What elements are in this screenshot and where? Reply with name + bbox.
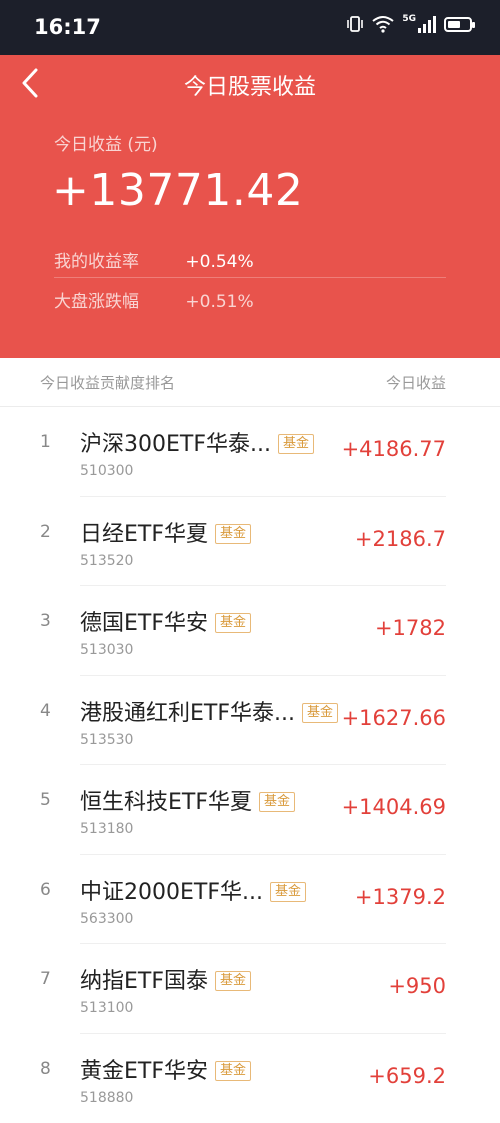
item-name-wrap: 纳指ETF国泰基金 bbox=[80, 963, 251, 995]
battery-icon bbox=[444, 17, 472, 32]
list-item[interactable]: 5 恒生科技ETF华夏基金 513180 +1404.69 bbox=[0, 765, 500, 855]
item-name: 港股通红利ETF华泰... bbox=[80, 701, 295, 726]
item-rank: 2 bbox=[40, 522, 51, 542]
earnings-label: 今日收益 (元) bbox=[54, 130, 158, 155]
fund-badge: 基金 bbox=[270, 882, 306, 902]
market-value: +0.51% bbox=[185, 292, 253, 312]
item-name: 沪深300ETF华泰... bbox=[80, 432, 271, 457]
item-code: 513530 bbox=[80, 732, 133, 748]
item-rank: 1 bbox=[40, 432, 51, 452]
fund-badge: 基金 bbox=[215, 1061, 251, 1081]
item-gain: +1627.66 bbox=[342, 706, 446, 730]
list-item[interactable]: 4 港股通红利ETF华泰... 基金 513530 +1627.66 bbox=[0, 676, 500, 766]
list-item[interactable]: 7 纳指ETF国泰基金 513100 +950 bbox=[0, 944, 500, 1034]
earnings-header: 今日股票收益 今日收益 (元) +13771.42 我的收益率 +0.54% 大… bbox=[0, 55, 500, 358]
item-rank: 6 bbox=[40, 880, 51, 900]
item-rank: 8 bbox=[40, 1059, 51, 1079]
stats-divider bbox=[54, 277, 446, 278]
item-code: 513100 bbox=[80, 1000, 133, 1016]
network-label: 5G bbox=[402, 15, 416, 24]
fund-badge: 基金 bbox=[215, 613, 251, 633]
earnings-value: +13771.42 bbox=[52, 165, 303, 216]
list-item[interactable]: 1 沪深300ETF华泰... 基金 510300 +4186.77 bbox=[0, 407, 500, 497]
item-gain: +659.2 bbox=[368, 1064, 446, 1088]
item-name: 日经ETF华夏 bbox=[80, 522, 208, 547]
item-name: 黄金ETF华安 bbox=[80, 1059, 208, 1084]
item-rank: 7 bbox=[40, 969, 51, 989]
item-gain: +1782 bbox=[375, 616, 446, 640]
status-time: 16:17 bbox=[34, 15, 101, 39]
wifi-icon bbox=[372, 15, 394, 33]
stock-list: 1 沪深300ETF华泰... 基金 510300 +4186.77 2 日经ET… bbox=[0, 407, 500, 1123]
item-code: 513520 bbox=[80, 553, 133, 569]
fund-badge: 基金 bbox=[215, 971, 251, 991]
list-header: 今日收益贡献度排名 今日收益 bbox=[0, 358, 500, 407]
item-name-wrap: 黄金ETF华安基金 bbox=[80, 1053, 251, 1085]
fund-badge: 基金 bbox=[278, 434, 314, 454]
item-rank: 3 bbox=[40, 611, 51, 631]
page-title: 今日股票收益 bbox=[0, 69, 500, 101]
item-gain: +1379.2 bbox=[355, 885, 446, 909]
item-code: 513180 bbox=[80, 821, 133, 837]
item-rank: 4 bbox=[40, 701, 51, 721]
item-code: 510300 bbox=[80, 463, 133, 479]
vibrate-icon bbox=[346, 15, 364, 33]
item-name-wrap: 日经ETF华夏基金 bbox=[80, 516, 251, 548]
item-gain: +2186.7 bbox=[355, 527, 446, 551]
fund-badge: 基金 bbox=[302, 703, 338, 723]
item-gain: +4186.77 bbox=[342, 437, 446, 461]
item-name: 德国ETF华安 bbox=[80, 611, 208, 636]
item-code: 513030 bbox=[80, 642, 133, 658]
my-rate-value: +0.54% bbox=[185, 252, 253, 272]
fund-badge: 基金 bbox=[215, 524, 251, 544]
item-gain: +1404.69 bbox=[342, 795, 446, 819]
market-row: 大盘涨跌幅 +0.51% bbox=[54, 287, 254, 312]
status-bar: 16:17 5G bbox=[0, 0, 500, 55]
list-item[interactable]: 8 黄金ETF华安基金 518880 +659.2 bbox=[0, 1034, 500, 1123]
ranking-label: 今日收益贡献度排名 bbox=[40, 372, 175, 393]
item-rank: 5 bbox=[40, 790, 51, 810]
item-gain: +950 bbox=[388, 974, 446, 998]
status-icons: 5G bbox=[346, 15, 472, 33]
item-name-wrap: 德国ETF华安基金 bbox=[80, 605, 251, 637]
list-item[interactable]: 2 日经ETF华夏基金 513520 +2186.7 bbox=[0, 497, 500, 587]
item-name-wrap: 港股通红利ETF华泰... 基金 bbox=[80, 695, 338, 727]
list-item[interactable]: 3 德国ETF华安基金 513030 +1782 bbox=[0, 586, 500, 676]
item-name: 中证2000ETF华... bbox=[80, 880, 263, 905]
item-code: 563300 bbox=[80, 911, 133, 927]
item-name: 纳指ETF国泰 bbox=[80, 969, 208, 994]
my-rate-row: 我的收益率 +0.54% bbox=[54, 247, 254, 272]
market-label: 大盘涨跌幅 bbox=[54, 287, 180, 312]
fund-badge: 基金 bbox=[259, 792, 295, 812]
item-code: 518880 bbox=[80, 1090, 133, 1106]
list-item[interactable]: 6 中证2000ETF华... 基金 563300 +1379.2 bbox=[0, 855, 500, 945]
5g-signal-icon: 5G bbox=[402, 15, 436, 33]
my-rate-label: 我的收益率 bbox=[54, 247, 180, 272]
item-name-wrap: 中证2000ETF华... 基金 bbox=[80, 874, 306, 906]
item-name: 恒生科技ETF华夏 bbox=[80, 790, 252, 815]
item-name-wrap: 沪深300ETF华泰... 基金 bbox=[80, 426, 314, 458]
earnings-column-label: 今日收益 bbox=[386, 372, 446, 393]
item-name-wrap: 恒生科技ETF华夏基金 bbox=[80, 784, 295, 816]
